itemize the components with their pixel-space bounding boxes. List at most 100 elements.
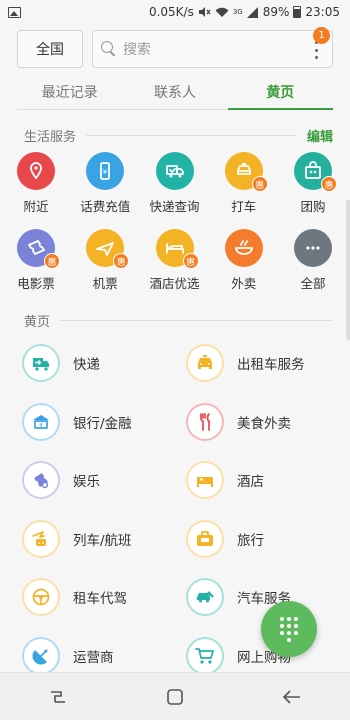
back-arrow-icon [282, 689, 300, 704]
category-row: ¥ 银行/金融 美食外卖 [22, 393, 350, 452]
tab-recent[interactable]: 最近记录 [17, 74, 122, 109]
mute-icon [198, 7, 211, 17]
taxi-service-icon [186, 344, 224, 383]
discount-badge: 惠 [182, 253, 199, 269]
discount-badge: 惠 [113, 253, 130, 269]
service-label: 电影票 [17, 276, 55, 291]
tab-bar: 最近记录 联系人 黄页 [17, 74, 334, 110]
service-label: 酒店优选 [149, 276, 200, 291]
category-item[interactable]: 酒店 [186, 461, 350, 500]
service-label: 外卖 [231, 276, 257, 291]
category-item[interactable]: 租车代驾 [22, 578, 186, 617]
divider [86, 134, 297, 136]
takeout-bowl-icon-glyph [234, 240, 253, 255]
category-item[interactable]: 运营商 [22, 636, 186, 675]
car-service-icon [186, 578, 224, 617]
service-item[interactable]: 惠酒店优选 [149, 227, 200, 300]
back-button[interactable] [280, 685, 304, 709]
more-menu-icon[interactable] [314, 41, 318, 59]
status-bar: 0.05K/s 3G 89% 23:05 [0, 0, 350, 24]
category-row: 娱乐 酒店 [22, 451, 350, 510]
dialpad-fab-button[interactable] [261, 601, 317, 657]
service-item[interactable]: 快递查询 [149, 150, 200, 223]
tab-yellow-pages[interactable]: 黄页 [227, 74, 334, 110]
location-pin-icon [17, 152, 55, 190]
service-label: 机票 [92, 276, 118, 291]
category-label: 银行/金融 [73, 415, 132, 432]
group-buy-icon: 惠 [294, 152, 337, 192]
category-label: 快递 [73, 357, 100, 374]
phone-topup-icon: ¥ [86, 152, 125, 190]
food-icon-glyph [200, 412, 210, 431]
carrier-antenna-icon [22, 636, 60, 675]
car-service-icon-glyph [197, 591, 214, 603]
svg-text:¥: ¥ [39, 422, 43, 429]
category-row: 快递 出租车服务 [22, 334, 350, 393]
network-speed: 0.05K/s [148, 5, 194, 19]
category-item[interactable]: 娱乐 [22, 461, 186, 500]
category-label: 美食外卖 [237, 415, 291, 432]
category-label: 运营商 [73, 649, 114, 666]
life-services-grid: 附近 ¥ 话费充值 快递查询惠打车惠团购惠电影票惠机票惠酒店优选 外卖 全部 [0, 150, 350, 300]
service-label: 快递查询 [149, 199, 200, 214]
category-label: 旅行 [237, 532, 264, 549]
category-row: 列车/航班 旅行 [22, 510, 350, 569]
express-delivery-icon [22, 344, 60, 383]
category-item[interactable]: 列车/航班 [22, 519, 186, 558]
clock: 23:05 [305, 5, 340, 19]
service-item[interactable]: 全部 [290, 227, 336, 300]
category-label: 娱乐 [73, 474, 100, 491]
tab-contacts[interactable]: 联系人 [122, 74, 227, 109]
search-input[interactable]: 搜索 1 [92, 27, 333, 68]
hotel-bed-icon: 惠 [155, 229, 199, 269]
bank-icon: ¥ [22, 402, 60, 441]
service-row: 惠电影票惠机票惠酒店优选 外卖 全部 [13, 227, 336, 300]
food-icon [186, 402, 224, 441]
carrier-antenna-icon-glyph [32, 649, 48, 665]
service-item[interactable]: ¥ 话费充值 [80, 150, 131, 223]
movie-ticket-icon: 惠 [17, 229, 60, 269]
home-icon [167, 688, 183, 705]
service-label: 全部 [300, 276, 326, 291]
service-item[interactable]: 外卖 [221, 227, 267, 300]
category-item[interactable]: 快递 [22, 344, 186, 383]
service-label: 打车 [231, 199, 257, 214]
edge-panel-handle[interactable] [346, 200, 350, 340]
life-services-title: 生活服务 [24, 129, 77, 145]
home-button[interactable] [163, 685, 187, 709]
taxi-icon: 惠 [224, 152, 268, 192]
discount-badge: 惠 [251, 176, 268, 192]
hotel-icon [186, 461, 224, 500]
category-item[interactable]: 旅行 [186, 519, 350, 558]
service-label: 附近 [23, 199, 49, 214]
category-item[interactable]: ¥ 银行/金融 [22, 402, 186, 441]
service-item[interactable]: 惠机票 [82, 227, 130, 300]
service-item[interactable]: 惠团购 [290, 150, 337, 223]
steering-wheel-icon [22, 578, 60, 617]
region-scope-button[interactable]: 全国 [17, 30, 83, 68]
system-nav-bar [0, 672, 350, 720]
bank-icon-glyph: ¥ [33, 414, 49, 429]
service-item[interactable]: 附近 [13, 150, 59, 223]
category-item[interactable]: 出租车服务 [186, 344, 350, 383]
hotel-icon-glyph [197, 477, 213, 488]
yellow-pages-header: 黄页 [0, 306, 350, 334]
discount-badge: 惠 [321, 176, 337, 192]
shopping-cart-icon-glyph [195, 647, 214, 664]
search-icon [101, 41, 117, 57]
service-item[interactable]: 惠打车 [221, 150, 268, 223]
service-row: 附近 ¥ 话费充值 快递查询惠打车惠团购 [13, 150, 337, 223]
service-label: 话费充值 [80, 199, 131, 214]
recent-apps-icon [51, 690, 66, 703]
wifi-icon [215, 7, 229, 17]
train-flight-icon [22, 519, 60, 558]
category-label: 出租车服务 [237, 357, 305, 374]
category-item[interactable]: 美食外卖 [186, 402, 350, 441]
recent-apps-button[interactable] [46, 685, 70, 709]
service-item[interactable]: 惠电影票 [13, 227, 60, 300]
battery-percent: 89% [262, 5, 290, 19]
taxi-service-icon-glyph [198, 355, 212, 370]
edit-button[interactable]: 编辑 [307, 126, 333, 145]
entertainment-ticket-icon [22, 461, 60, 500]
entertainment-ticket-icon-glyph [34, 473, 49, 489]
